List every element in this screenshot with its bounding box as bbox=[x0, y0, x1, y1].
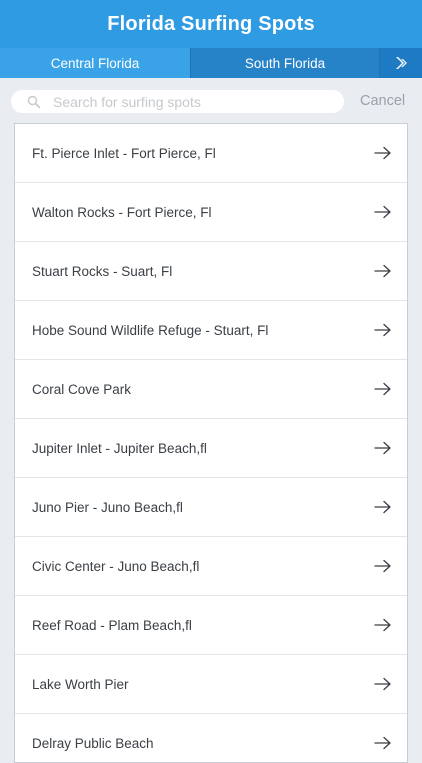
list-item[interactable]: Coral Cove Park bbox=[15, 360, 407, 419]
spot-label: Jupiter Inlet - Jupiter Beach,fl bbox=[32, 440, 207, 456]
list-item[interactable]: Jupiter Inlet - Jupiter Beach,fl bbox=[15, 419, 407, 478]
arrow-right-icon bbox=[374, 559, 391, 573]
tab-central-florida[interactable]: Central Florida bbox=[0, 48, 190, 78]
arrow-right-icon bbox=[374, 205, 391, 219]
search-icon bbox=[27, 95, 41, 108]
spot-label: Hobe Sound Wildlife Refuge - Stuart, Fl bbox=[32, 322, 269, 338]
spot-label: Delray Public Beach bbox=[32, 735, 154, 751]
list-item[interactable]: Hobe Sound Wildlife Refuge - Stuart, Fl bbox=[15, 301, 407, 360]
spot-label: Civic Center - Juno Beach,fl bbox=[32, 558, 200, 574]
list-item[interactable]: Walton Rocks - Fort Pierce, Fl bbox=[15, 183, 407, 242]
arrow-right-icon bbox=[374, 146, 391, 160]
arrow-right-icon bbox=[374, 677, 391, 691]
cancel-button[interactable]: Cancel bbox=[360, 93, 405, 109]
tab-south-florida[interactable]: South Florida bbox=[190, 48, 380, 78]
list-item[interactable]: Ft. Pierce Inlet - Fort Pierce, Fl bbox=[15, 124, 407, 183]
spot-label: Lake Worth Pier bbox=[32, 676, 129, 692]
spot-label: Ft. Pierce Inlet - Fort Pierce, Fl bbox=[32, 145, 216, 161]
app-header: Florida Surfing Spots bbox=[0, 0, 422, 48]
arrow-right-icon bbox=[374, 264, 391, 278]
spot-label: Coral Cove Park bbox=[32, 381, 132, 397]
double-chevron-right-icon bbox=[396, 57, 407, 69]
tab-label: Central Florida bbox=[50, 55, 140, 71]
spot-label: Reef Road - Plam Beach,fl bbox=[32, 617, 192, 633]
list-item[interactable]: Stuart Rocks - Suart, Fl bbox=[15, 242, 407, 301]
list-item[interactable]: Juno Pier - Juno Beach,fl bbox=[15, 478, 407, 537]
next-tab-button[interactable] bbox=[380, 48, 422, 78]
list-item[interactable]: Delray Public Beach bbox=[15, 714, 407, 762]
arrow-right-icon bbox=[374, 618, 391, 632]
arrow-right-icon bbox=[374, 441, 391, 455]
search-field[interactable] bbox=[11, 90, 344, 113]
arrow-right-icon bbox=[374, 382, 391, 396]
search-bar: Cancel bbox=[0, 78, 422, 124]
region-tabs: Central Florida South Florida bbox=[0, 48, 422, 78]
surf-spot-list: Ft. Pierce Inlet - Fort Pierce, Fl Walton… bbox=[14, 123, 408, 763]
list-item[interactable]: Civic Center - Juno Beach,fl bbox=[15, 537, 407, 596]
list-item[interactable]: Reef Road - Plam Beach,fl bbox=[15, 596, 407, 655]
spot-label: Walton Rocks - Fort Pierce, Fl bbox=[32, 204, 212, 220]
spot-label: Stuart Rocks - Suart, Fl bbox=[32, 263, 173, 279]
arrow-right-icon bbox=[374, 323, 391, 337]
arrow-right-icon bbox=[374, 500, 391, 514]
page-title: Florida Surfing Spots bbox=[107, 12, 315, 35]
search-input[interactable] bbox=[51, 92, 335, 111]
tab-label: South Florida bbox=[244, 55, 326, 71]
arrow-right-icon bbox=[374, 736, 391, 750]
list-item[interactable]: Lake Worth Pier bbox=[15, 655, 407, 714]
spot-label: Juno Pier - Juno Beach,fl bbox=[32, 499, 183, 515]
